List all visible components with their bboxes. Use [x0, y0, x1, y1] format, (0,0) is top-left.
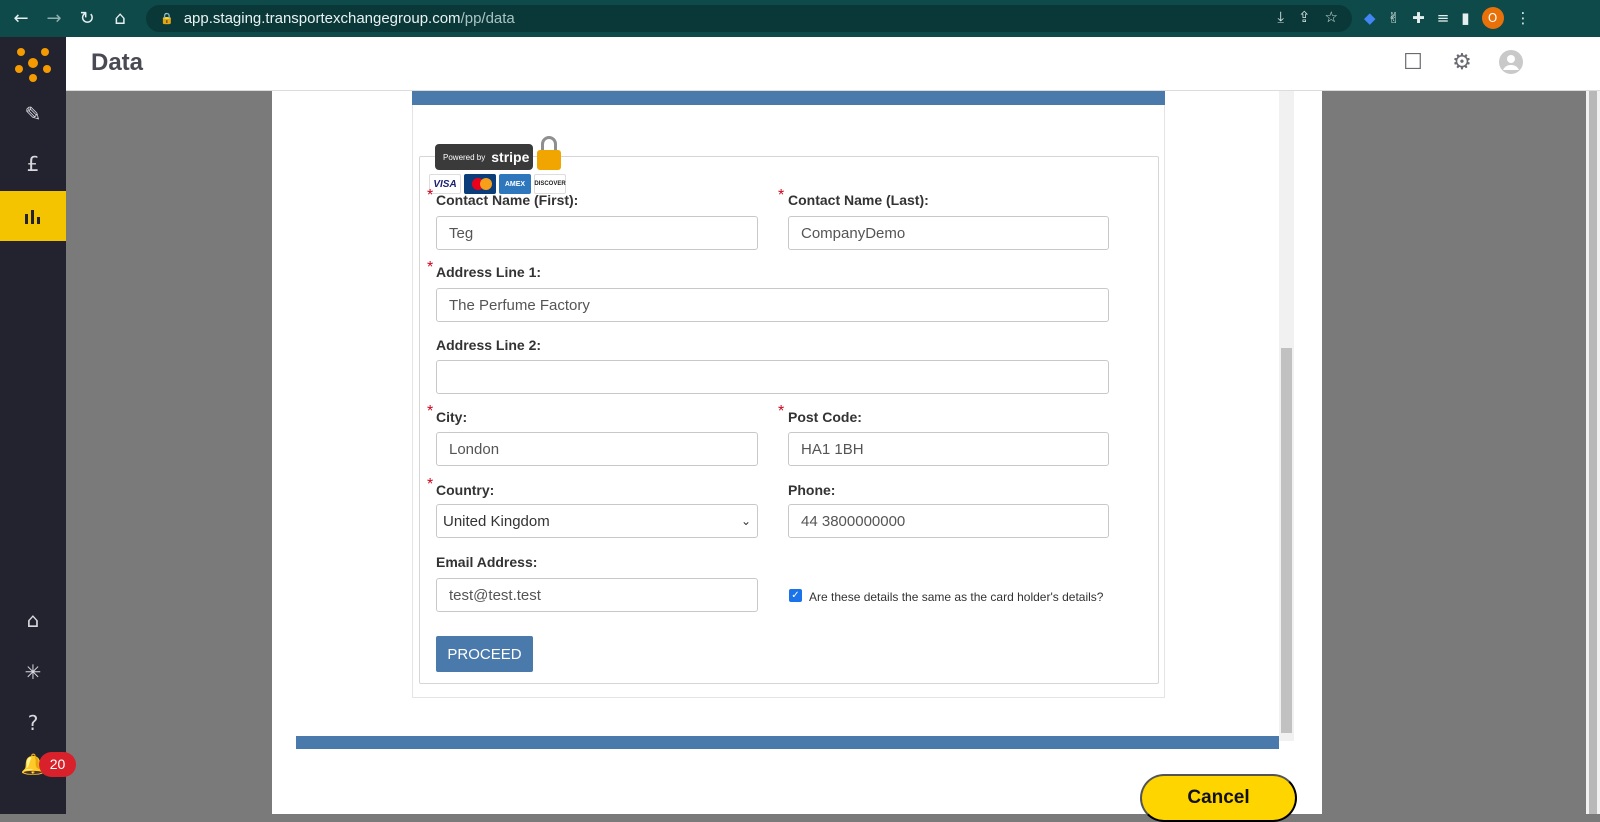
- modal-scrollbar[interactable]: [1279, 91, 1294, 741]
- city-label: City:: [436, 409, 468, 425]
- required-marker: *: [427, 476, 434, 493]
- stripe-powered-by: Powered by: [443, 152, 486, 162]
- side-panel-icon[interactable]: ▮: [1461, 9, 1469, 27]
- country-select[interactable]: United Kingdom ⌄: [436, 504, 758, 538]
- address-bar[interactable]: 🔒 app.staging.transportexchangegroup.com…: [146, 5, 1352, 32]
- sidebar-item-store[interactable]: ⌂: [0, 595, 66, 645]
- gear-icon[interactable]: ⚙: [1448, 49, 1476, 77]
- browser-toolbar: ← → ↻ ⌂ 🔒 app.staging.transportexchangeg…: [0, 0, 1600, 37]
- address1-input[interactable]: [436, 288, 1109, 322]
- accepted-cards: VISA AMEX DISCOVER: [429, 174, 566, 194]
- invoice-pound-icon: £: [26, 152, 40, 176]
- browser-menu-icon[interactable]: ⋮: [1516, 9, 1531, 27]
- extension-hand-icon[interactable]: ✌: [1388, 9, 1401, 27]
- page-scrollbar[interactable]: [1586, 91, 1600, 814]
- lock-icon: 🔒: [160, 13, 174, 25]
- last-name-input[interactable]: [788, 216, 1109, 250]
- email-label: Email Address:: [436, 554, 538, 570]
- install-icon[interactable]: ⤓: [1277, 8, 1284, 26]
- app-logo-icon[interactable]: [0, 37, 66, 89]
- url-host: app.staging.transportexchangegroup.com: [183, 10, 461, 27]
- required-marker: *: [427, 259, 434, 276]
- app-sidebar: ✎ £ ⌂ ✳ ? 🔔: [0, 37, 66, 814]
- phone-label: Phone:: [788, 482, 836, 498]
- stripe-brand: stripe: [491, 149, 530, 165]
- section-header-band: [412, 91, 1165, 105]
- back-arrow-icon[interactable]: ←: [9, 7, 33, 31]
- notifications-badge: 20: [39, 752, 76, 777]
- proceed-button[interactable]: PROCEED: [436, 636, 533, 672]
- reload-icon[interactable]: ↻: [75, 7, 99, 31]
- network-icon: ✳: [24, 660, 42, 684]
- route-icon: ✎: [24, 102, 42, 126]
- country-label: Country:: [436, 482, 495, 498]
- payment-modal: Powered by stripe VISA AMEX DISCOVER * C…: [272, 91, 1322, 814]
- address1-label: Address Line 1:: [436, 264, 542, 280]
- app-header: Data ☐ ⚙: [66, 37, 1600, 91]
- profile-avatar[interactable]: O: [1481, 7, 1504, 29]
- bar-chart-icon: [25, 210, 40, 224]
- email-input[interactable]: [436, 578, 758, 612]
- user-avatar-icon[interactable]: [1497, 49, 1525, 77]
- sidebar-item-tracking[interactable]: ✎: [0, 89, 66, 139]
- postcode-input[interactable]: [788, 432, 1109, 466]
- required-marker: *: [778, 187, 785, 204]
- last-name-label: Contact Name (Last):: [788, 192, 929, 208]
- address2-input[interactable]: [436, 360, 1109, 394]
- extension-color-icon[interactable]: ◆: [1364, 9, 1376, 27]
- chevron-down-icon: ⌄: [740, 514, 751, 528]
- postcode-label: Post Code:: [788, 409, 862, 425]
- first-name-input[interactable]: [436, 216, 758, 250]
- visa-card-icon: VISA: [429, 174, 461, 194]
- bookmark-star-icon[interactable]: ☆: [1325, 8, 1338, 26]
- sidebar-item-invoices[interactable]: £: [0, 139, 66, 189]
- first-name-label: Contact Name (First):: [436, 192, 579, 208]
- stripe-badge: Powered by stripe: [435, 144, 533, 170]
- scroll-thumb[interactable]: [1281, 348, 1292, 733]
- sidebar-item-data[interactable]: [0, 191, 66, 241]
- mastercard-icon: [464, 174, 496, 194]
- padlock-icon: [537, 136, 561, 170]
- same-details-checkbox[interactable]: ✓: [789, 589, 802, 602]
- contacts-icon[interactable]: ☐: [1399, 49, 1427, 77]
- media-queue-icon[interactable]: ≡: [1437, 9, 1450, 27]
- address2-label: Address Line 2:: [436, 337, 542, 353]
- required-marker: *: [778, 403, 785, 420]
- store-icon: ⌂: [26, 608, 40, 632]
- required-marker: *: [427, 187, 434, 204]
- discover-card-icon: DISCOVER: [534, 174, 566, 194]
- sidebar-item-network[interactable]: ✳: [0, 647, 66, 697]
- phone-input[interactable]: [788, 504, 1109, 538]
- required-marker: *: [427, 403, 434, 420]
- country-selected-value: United Kingdom: [443, 512, 550, 530]
- forward-arrow-icon[interactable]: →: [42, 7, 66, 31]
- amex-card-icon: AMEX: [499, 174, 531, 194]
- page-title: Data: [91, 49, 144, 76]
- help-icon: ?: [27, 711, 39, 735]
- home-icon[interactable]: ⌂: [108, 7, 132, 31]
- url-path: /pp/data: [460, 10, 515, 27]
- page-scroll-thumb[interactable]: [1589, 91, 1597, 814]
- extensions-puzzle-icon[interactable]: ✚: [1412, 9, 1425, 27]
- city-input[interactable]: [436, 432, 758, 466]
- cancel-button[interactable]: Cancel: [1140, 774, 1297, 822]
- share-icon[interactable]: ⇪: [1298, 8, 1311, 26]
- same-details-label: Are these details the same as the card h…: [809, 590, 1104, 604]
- footer-band: [296, 736, 1279, 749]
